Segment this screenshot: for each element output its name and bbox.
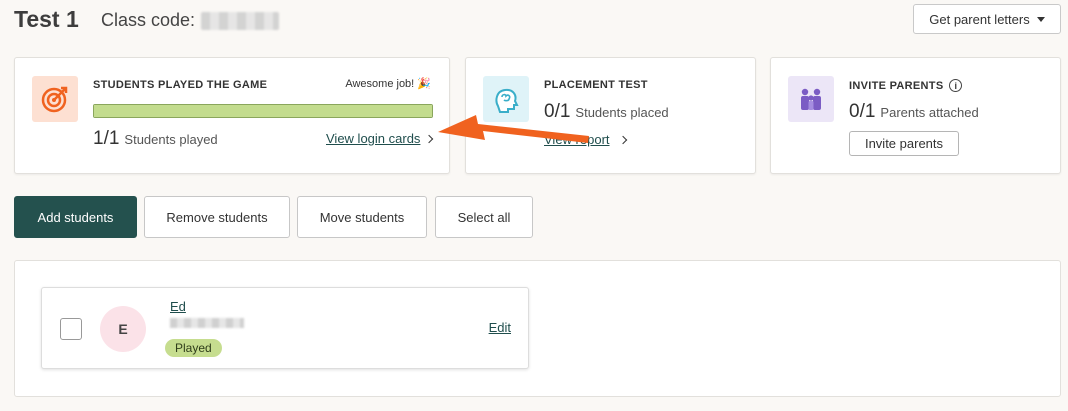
view-report-label: View report — [544, 132, 610, 147]
move-students-button[interactable]: Move students — [297, 196, 427, 238]
brain-head-icon — [483, 76, 529, 122]
select-all-button[interactable]: Select all — [435, 196, 533, 238]
students-played-label: Students played — [124, 132, 218, 147]
progress-fill — [94, 105, 432, 117]
add-students-button[interactable]: Add students — [14, 196, 137, 238]
student-name-link[interactable]: Ed — [170, 299, 186, 314]
get-parent-letters-label: Get parent letters — [929, 11, 1030, 27]
target-icon — [32, 76, 78, 122]
edit-student-link[interactable]: Edit — [489, 320, 511, 335]
chevron-right-icon — [618, 135, 627, 144]
placement-label: Students placed — [575, 105, 669, 120]
class-code-value-redacted — [201, 11, 280, 30]
view-login-cards-link[interactable]: View login cards — [326, 131, 434, 146]
chevron-right-icon — [425, 134, 434, 143]
invite-parents-card: INVITE PARENTS i 0/1 Parents attached In… — [770, 57, 1061, 174]
students-played-title: STUDENTS PLAYED THE GAME — [93, 79, 268, 91]
invite-parents-title: INVITE PARENTS i — [849, 79, 963, 92]
student-card: E Ed Played Edit — [41, 287, 529, 369]
placement-test-title: PLACEMENT TEST — [544, 79, 648, 91]
placement-test-card: PLACEMENT TEST 0/1 Students placed View … — [465, 57, 756, 174]
parents-stat: 0/1 Parents attached — [849, 101, 979, 123]
class-title: Test 1 — [14, 6, 79, 32]
family-icon — [788, 76, 834, 122]
students-played-progress — [93, 104, 433, 118]
students-played-count: 1/1 — [93, 128, 120, 149]
remove-students-button[interactable]: Remove students — [144, 196, 290, 238]
view-login-cards-label: View login cards — [326, 131, 421, 146]
status-badge: Played — [165, 339, 222, 357]
students-played-stat: 1/1 Students played — [93, 128, 218, 150]
avatar: E — [100, 306, 146, 352]
get-parent-letters-button[interactable]: Get parent letters — [913, 4, 1061, 34]
class-code-label: Class code: — [101, 10, 196, 30]
invite-parents-title-text: INVITE PARENTS — [849, 79, 944, 92]
class-code: Class code: — [101, 10, 280, 31]
caret-down-icon — [1036, 16, 1045, 22]
parents-label: Parents attached — [880, 105, 979, 120]
student-roster: E Ed Played Edit — [14, 260, 1061, 397]
invite-parents-button[interactable]: Invite parents — [849, 131, 959, 156]
praise-text: Awesome job! 🎉 — [345, 78, 431, 90]
student-username-redacted — [170, 318, 244, 328]
placement-stat: 0/1 Students placed — [544, 101, 669, 123]
parents-count: 0/1 — [849, 101, 876, 122]
view-report-link[interactable]: View report — [544, 132, 627, 147]
placement-count: 0/1 — [544, 101, 571, 122]
students-played-card: STUDENTS PLAYED THE GAME Awesome job! 🎉 … — [14, 57, 450, 174]
page-header: Test 1 Class code: Get parent letters — [14, 4, 1061, 38]
info-icon[interactable]: i — [949, 79, 963, 92]
student-checkbox[interactable] — [60, 318, 82, 340]
